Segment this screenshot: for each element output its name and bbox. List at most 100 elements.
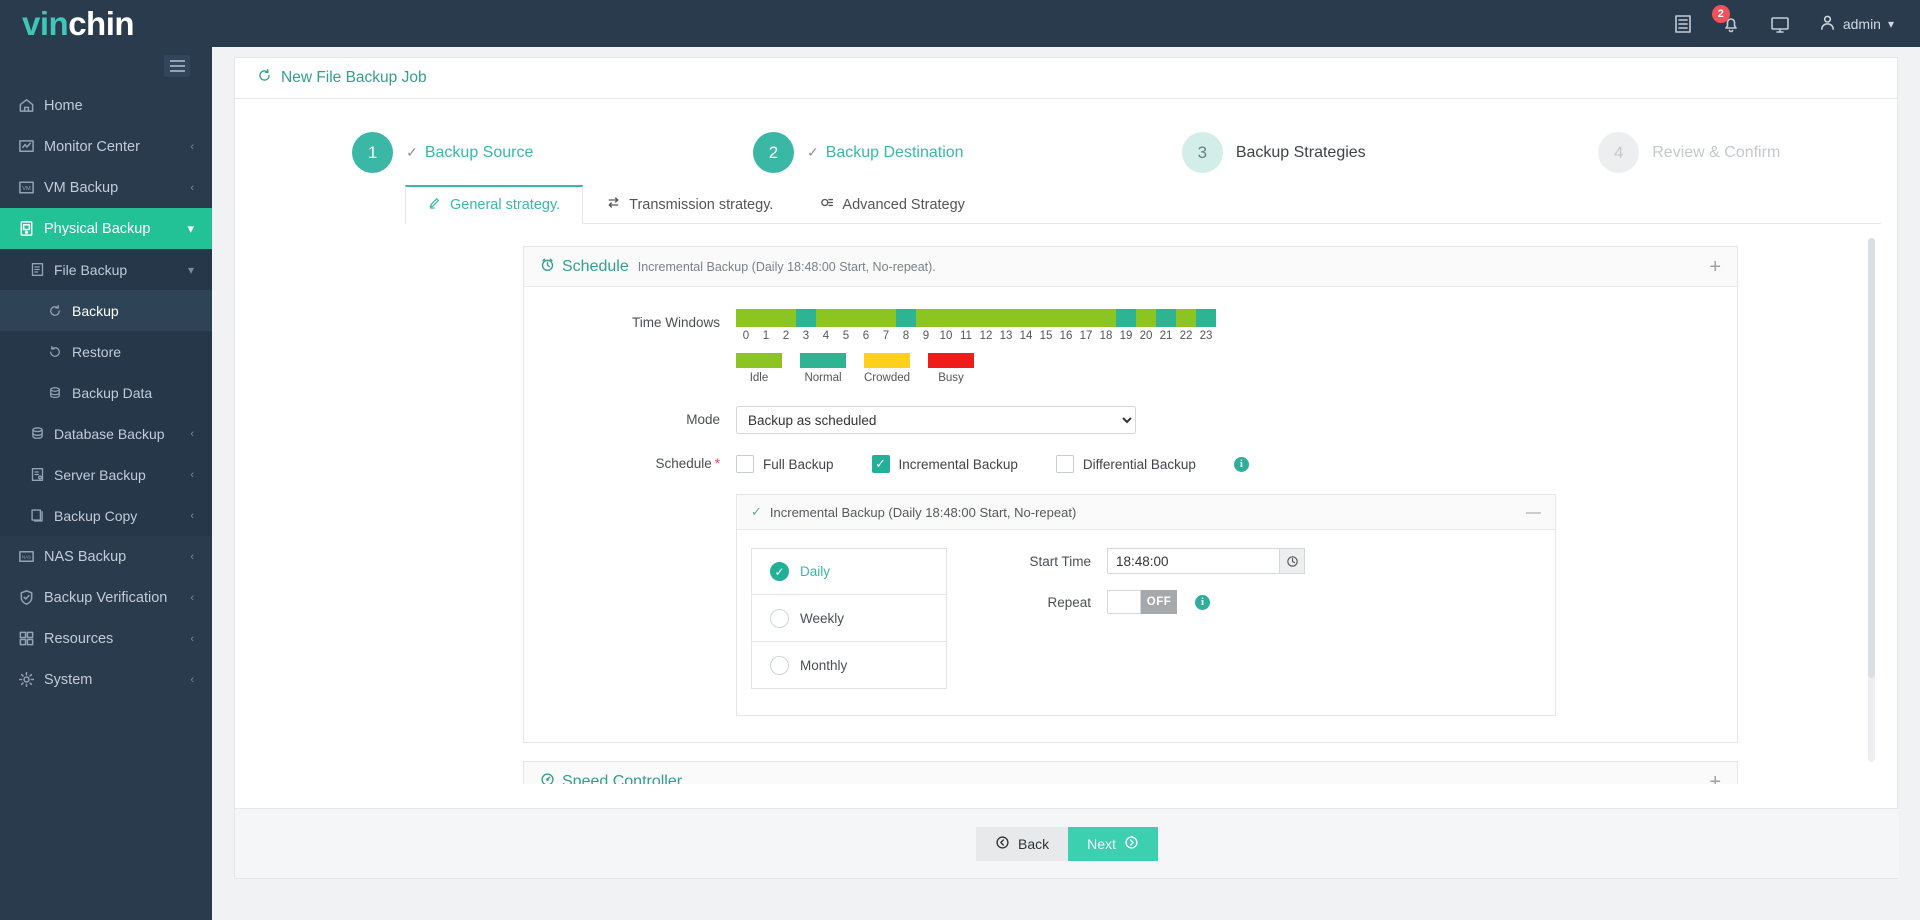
legend-swatch	[928, 353, 974, 368]
tab-advanced-strategy[interactable]: Advanced Strategy	[796, 185, 988, 224]
app-logo[interactable]: vin chin	[0, 0, 212, 47]
chevron-left-icon: ‹	[190, 591, 194, 604]
step-label-wrap: Backup Strategies	[1236, 144, 1366, 162]
sidebar-item-backup-verification[interactable]: Backup Verification ‹	[0, 577, 212, 618]
legend-swatch	[864, 353, 910, 368]
time-window-hour-23[interactable]	[1196, 309, 1216, 327]
time-window-hour-1[interactable]	[756, 309, 776, 327]
sidebar-item-resources[interactable]: Resources ‹	[0, 618, 212, 659]
time-window-hour-20[interactable]	[1136, 309, 1156, 327]
time-window-hour-8[interactable]	[896, 309, 916, 327]
time-window-tick: 12	[979, 330, 993, 342]
time-window-hour-17[interactable]	[1076, 309, 1096, 327]
info-icon[interactable]: i	[1233, 456, 1249, 472]
sidebar-item-system[interactable]: System ‹	[0, 659, 212, 700]
step-backup-destination[interactable]: 2 ✓ Backup Destination	[651, 121, 1067, 184]
schedule-panel-expand-button[interactable]: +	[1709, 257, 1721, 277]
legend-label: Busy	[938, 372, 964, 384]
time-window-hour-13[interactable]	[996, 309, 1016, 327]
mode-row: Mode Backup as scheduled	[524, 406, 1737, 434]
info-icon[interactable]: i	[1195, 594, 1210, 610]
bell-icon[interactable]: 2	[1711, 4, 1741, 34]
frequency-option-weekly[interactable]: Weekly	[751, 595, 947, 642]
tab-transmission-strategy[interactable]: Transmission strategy.	[583, 185, 796, 224]
sidebar-item-label: Restore	[72, 343, 122, 360]
time-window-hour-4[interactable]	[816, 309, 836, 327]
schedule-row: Schedule * Full Backup ✓ Incremental Bac…	[524, 450, 1737, 478]
sidebar-item-backup-data[interactable]: Backup Data	[0, 372, 212, 413]
sidebar-item-backup-copy[interactable]: Backup Copy ‹	[0, 495, 212, 536]
restore-icon	[48, 345, 72, 359]
toggle-knob	[1107, 590, 1141, 614]
frequency-option-monthly[interactable]: Monthly	[751, 642, 947, 689]
hamburger-icon[interactable]	[164, 55, 190, 77]
time-window-hour-22[interactable]	[1176, 309, 1196, 327]
sidebar-item-database-backup[interactable]: Database Backup ‹	[0, 413, 212, 454]
sidebar-item-nas-backup[interactable]: NAS NAS Backup ‹	[0, 536, 212, 577]
legend-label: Crowded	[864, 372, 911, 384]
time-windows-bar[interactable]	[736, 309, 1216, 327]
speed-controller-expand-button[interactable]: +	[1709, 772, 1721, 785]
chevron-down-icon: ▾	[187, 220, 194, 236]
frequency-option-daily[interactable]: ✓ Daily	[751, 548, 947, 595]
log-icon[interactable]	[1673, 14, 1693, 34]
step-label-wrap: ✓ Backup Source	[406, 144, 533, 162]
checkbox-box	[736, 455, 754, 473]
time-window-hour-21[interactable]	[1156, 309, 1176, 327]
time-window-hour-16[interactable]	[1056, 309, 1076, 327]
sidebar-item-file-backup[interactable]: File Backup ▾	[0, 249, 212, 290]
speed-controller-header: Speed Controller +	[524, 762, 1737, 784]
start-time-input[interactable]	[1107, 548, 1279, 574]
step-label: Backup Source	[424, 143, 534, 161]
user-menu[interactable]: admin ▾	[1819, 14, 1894, 34]
sidebar-item-restore[interactable]: Restore	[0, 331, 212, 372]
time-window-hour-15[interactable]	[1036, 309, 1056, 327]
time-window-hour-5[interactable]	[836, 309, 856, 327]
time-window-hour-18[interactable]	[1096, 309, 1116, 327]
sidebar-item-vm-backup[interactable]: VM VM Backup ‹	[0, 167, 212, 208]
checkbox-differential-backup[interactable]: Differential Backup	[1055, 455, 1196, 473]
time-window-hour-19[interactable]	[1116, 309, 1136, 327]
incremental-backup-header: ✓ Incremental Backup (Daily 18:48:00 Sta…	[737, 495, 1555, 530]
next-button[interactable]: Next	[1068, 826, 1158, 861]
radio-button: ✓	[770, 562, 789, 581]
step-backup-strategies[interactable]: 3 Backup Strategies	[1066, 121, 1482, 184]
sidebar-item-backup[interactable]: Backup	[0, 290, 212, 331]
monitor-icon[interactable]	[1769, 14, 1791, 34]
step-backup-source[interactable]: 1 ✓ Backup Source	[235, 121, 651, 184]
time-window-hour-2[interactable]	[776, 309, 796, 327]
time-window-hour-12[interactable]	[976, 309, 996, 327]
repeat-toggle[interactable]: OFF	[1107, 590, 1177, 614]
wizard-card: New File Backup Job 1 ✓ Backup Source 2 …	[234, 57, 1899, 879]
time-window-tick: 3	[802, 330, 810, 342]
step-label: Backup Destination	[825, 143, 964, 161]
tab-general-strategy[interactable]: General strategy.	[405, 185, 584, 224]
sidebar-item-monitor-center[interactable]: Monitor Center ‹	[0, 126, 212, 167]
checkbox-full-backup[interactable]: Full Backup	[736, 455, 834, 473]
time-window-hour-10[interactable]	[936, 309, 956, 327]
sidebar-item-home[interactable]: Home	[0, 85, 212, 126]
pencil-icon	[428, 196, 442, 214]
incremental-panel-collapse-button[interactable]: —	[1526, 505, 1541, 520]
time-window-hour-14[interactable]	[1016, 309, 1036, 327]
content-scrollbar[interactable]	[1868, 238, 1875, 762]
sidebar-item-physical-backup[interactable]: Physical Backup ▾	[0, 208, 212, 249]
time-window-tick: 4	[822, 330, 830, 342]
time-window-tick: 20	[1139, 330, 1153, 342]
incremental-backup-body: ✓ Daily Weekly Monthly Start Time 18:48:…	[737, 530, 1555, 715]
time-window-hour-9[interactable]	[916, 309, 936, 327]
time-window-hour-0[interactable]	[736, 309, 756, 327]
back-button[interactable]: Back	[976, 826, 1069, 861]
time-window-hour-7[interactable]	[876, 309, 896, 327]
time-window-hour-3[interactable]	[796, 309, 816, 327]
sidebar-item-label: Backup Copy	[54, 507, 138, 524]
clock-icon[interactable]	[1279, 548, 1305, 574]
time-window-tick: 16	[1059, 330, 1073, 342]
checkbox-incremental-backup[interactable]: ✓ Incremental Backup	[871, 455, 1018, 473]
time-window-hour-6[interactable]	[856, 309, 876, 327]
sidebar-item-label: Monitor Center	[44, 138, 140, 155]
time-window-hour-11[interactable]	[956, 309, 976, 327]
mode-select[interactable]: Backup as scheduled	[736, 406, 1136, 434]
database-icon	[48, 386, 72, 400]
sidebar-item-server-backup[interactable]: Server Backup ‹	[0, 454, 212, 495]
